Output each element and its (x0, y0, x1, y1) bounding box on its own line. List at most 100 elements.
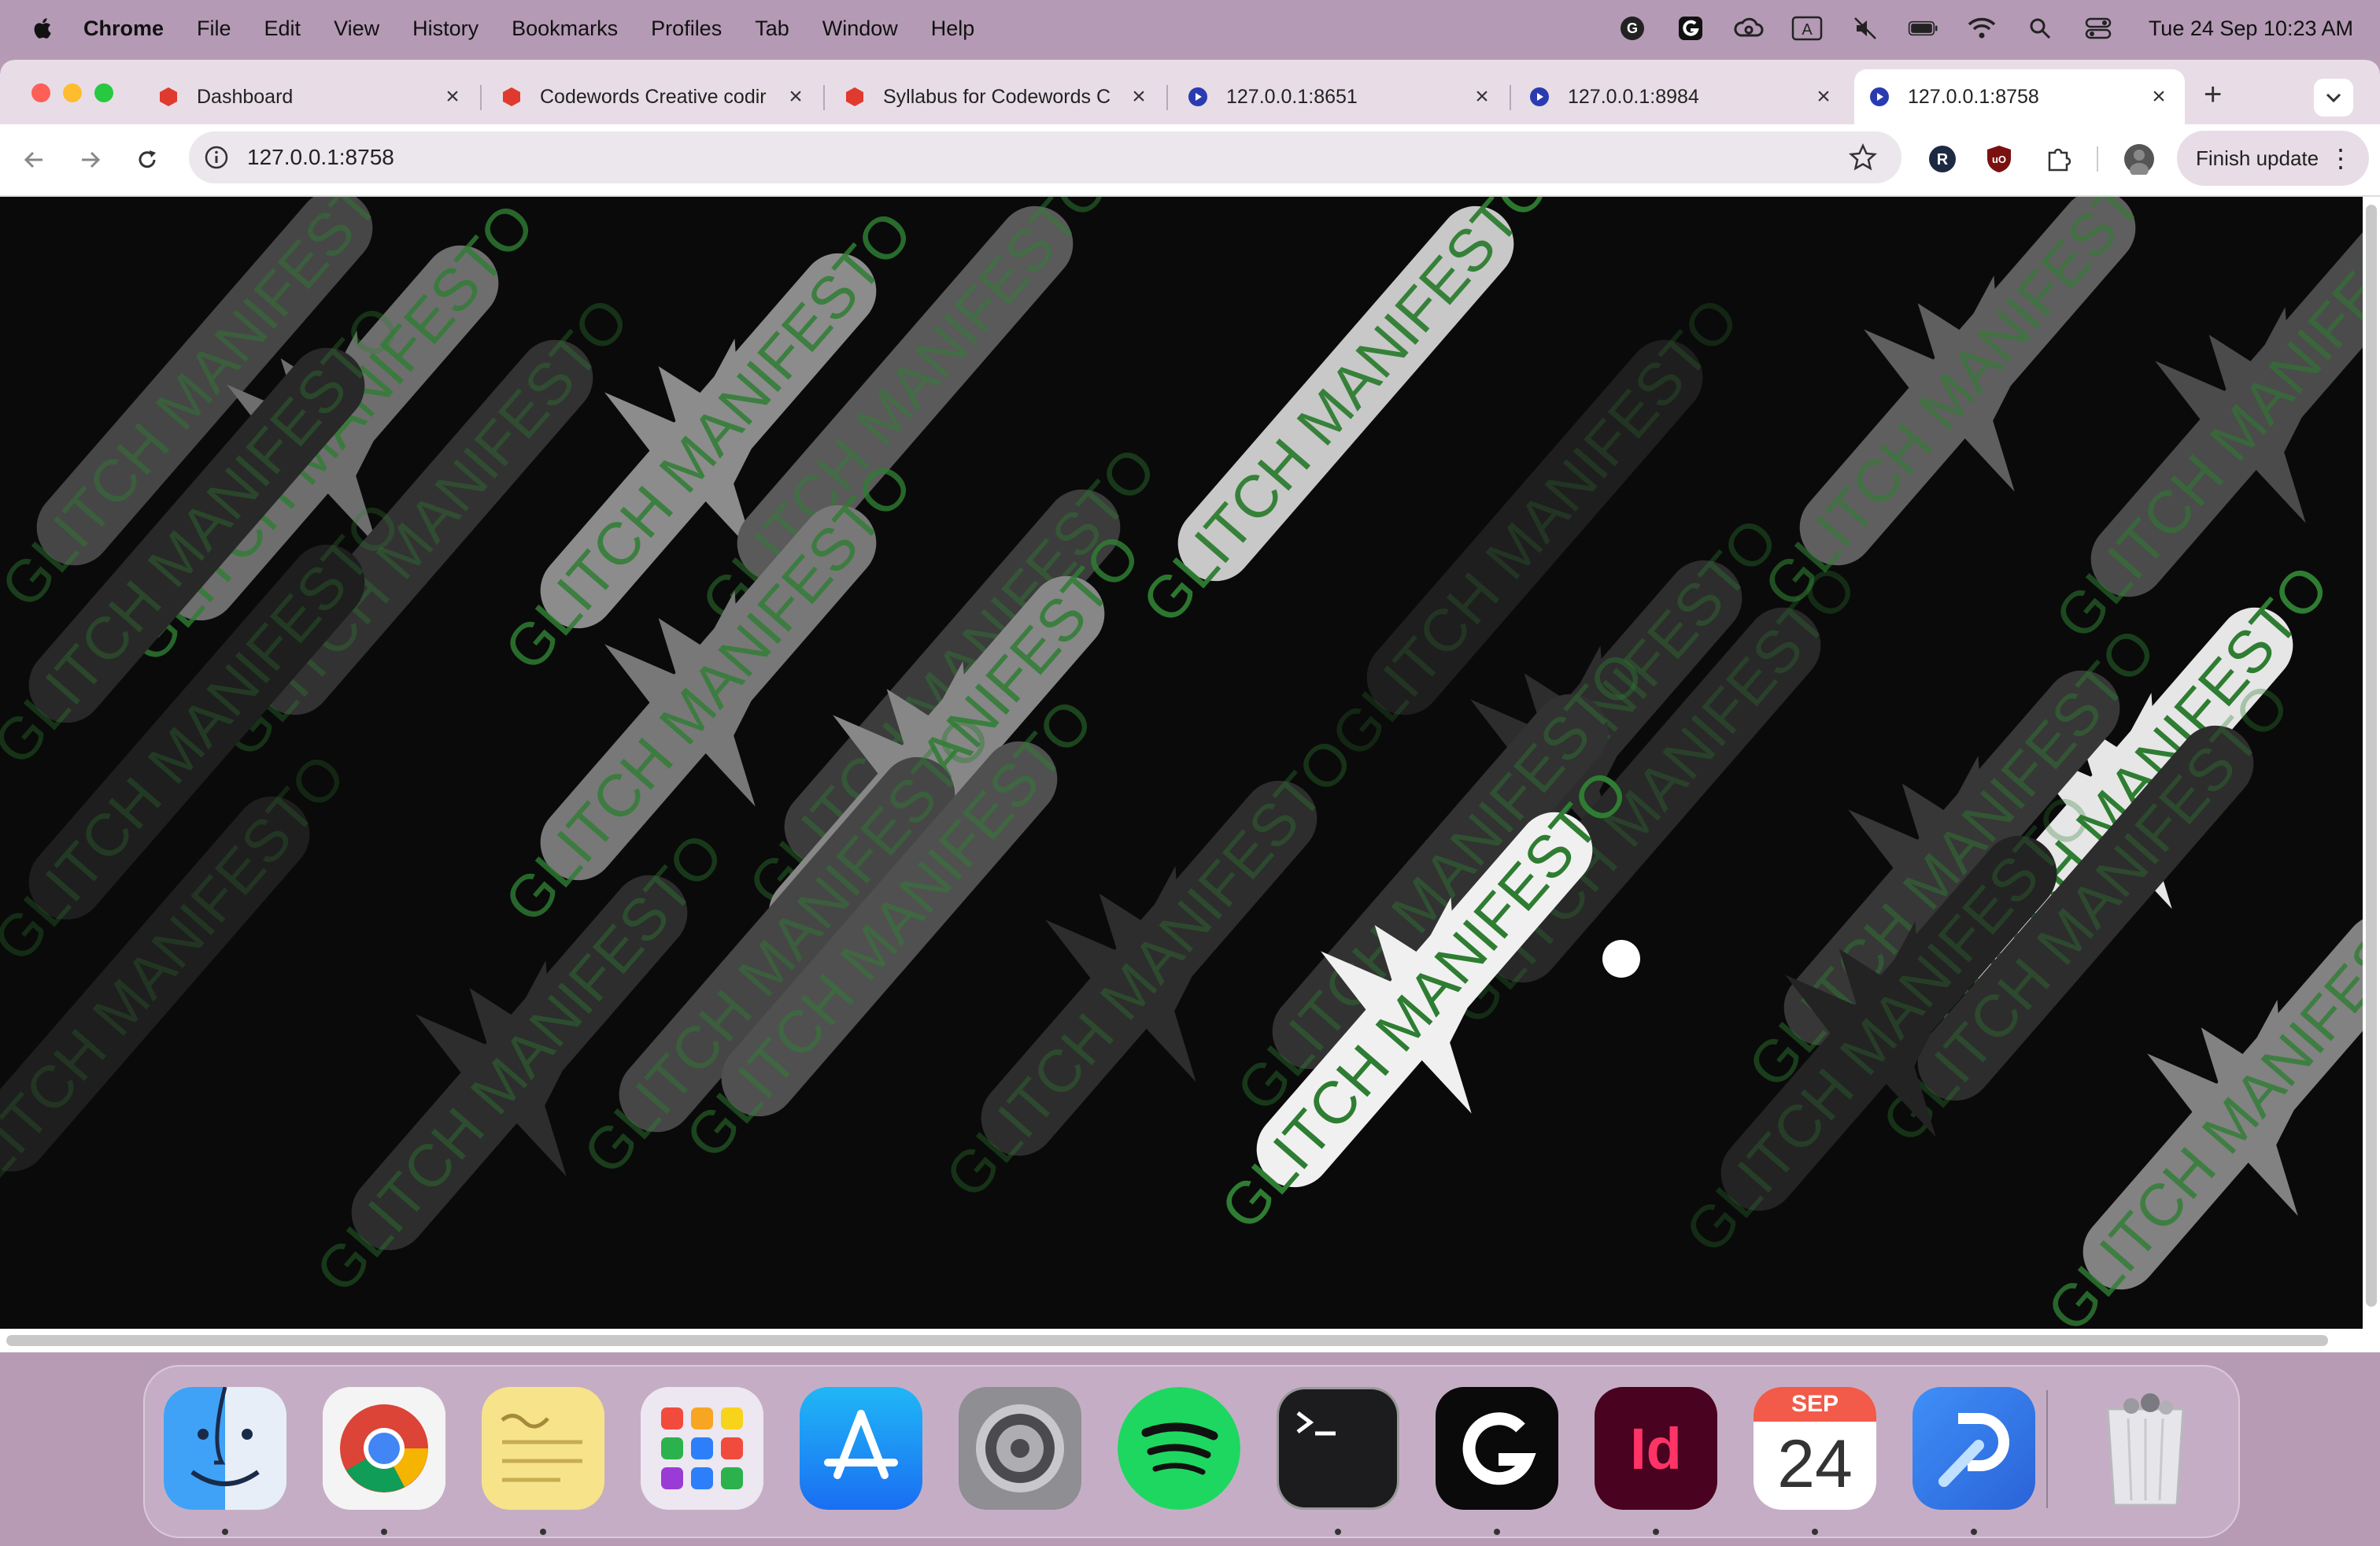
glitch-manifesto-artwork[interactable]: GLITCH MANIFESTOGLITCH MANIFESTOGLITCH M… (0, 197, 2363, 1329)
running-indicator (1653, 1529, 1659, 1535)
dock-spotify-icon[interactable] (1118, 1387, 1240, 1510)
close-tab-icon[interactable]: × (441, 83, 464, 110)
menu-help[interactable]: Help (931, 17, 975, 41)
finish-update-label: Finish update (2196, 146, 2319, 170)
menu-edit[interactable]: Edit (264, 17, 301, 41)
close-window-button[interactable] (31, 83, 50, 102)
dock-indesign-icon[interactable]: Id (1595, 1387, 1717, 1510)
address-bar[interactable]: 127.0.0.1:8758 (189, 131, 1901, 183)
menu-window[interactable]: Window (822, 17, 898, 41)
reload-icon (139, 150, 156, 168)
profile-avatar[interactable] (2122, 142, 2156, 176)
minimize-window-button[interactable] (63, 83, 82, 102)
horizontal-scrollbar-thumb[interactable] (6, 1335, 2328, 1346)
dock-calendar-icon[interactable]: SEP 24 (1754, 1387, 1876, 1510)
white-dot-marker (1602, 940, 1640, 978)
arrow-left-icon (24, 151, 42, 168)
glitch-manifesto-pill: GLITCH MANIFESTO (1208, 758, 1642, 1243)
tab-separator (823, 85, 825, 110)
window-controls (31, 83, 113, 102)
dock-stickies-icon[interactable] (482, 1387, 604, 1510)
menu-tab[interactable]: Tab (755, 17, 789, 41)
tab-title: Dashboard (197, 85, 294, 108)
glitch-manifesto-pill: GLITCH MANIFESTO (1672, 782, 2106, 1267)
tab-syllabus[interactable]: Syllabus for Codewords C × (844, 69, 1151, 124)
close-tab-icon[interactable]: × (784, 83, 808, 110)
svg-text:G: G (1627, 20, 1638, 36)
control-center-icon[interactable] (2082, 14, 2114, 43)
running-indicator (222, 1529, 228, 1535)
dock-finder-icon[interactable] (164, 1387, 286, 1510)
tab-title: 127.0.0.1:8984 (1568, 85, 1699, 108)
close-tab-icon[interactable]: × (1127, 83, 1151, 110)
spotlight-search-icon[interactable] (2024, 14, 2056, 43)
dock-app-store-icon[interactable] (800, 1387, 922, 1510)
dock-terminal-icon[interactable] (1277, 1387, 1399, 1510)
glitch-manifesto-pill: GLITCH MANIFESTO (0, 742, 359, 1227)
menu-clock[interactable]: Tue 24 Sep 10:23 AM (2149, 17, 2353, 41)
tab-dashboard[interactable]: Dashboard × (157, 69, 464, 124)
horizontal-scrollbar[interactable] (0, 1329, 2380, 1352)
ublock-origin-icon[interactable]: uO (1982, 142, 2016, 176)
vertical-scrollbar[interactable] (2363, 197, 2380, 1329)
menu-history[interactable]: History (412, 17, 479, 41)
dock: Id SEP 24 (143, 1365, 2240, 1538)
running-indicator (1971, 1529, 1977, 1535)
menu-view[interactable]: View (334, 17, 379, 41)
forward-button[interactable] (71, 140, 110, 179)
tab-localhost-8758[interactable]: 127.0.0.1:8758 × (1854, 69, 2185, 124)
running-indicator (540, 1529, 546, 1535)
creative-cloud-status-icon[interactable] (1733, 14, 1765, 43)
glitch-manifesto-text: GLITCH MANIFESTO (0, 742, 359, 1227)
apple-logo-icon[interactable] (30, 15, 57, 42)
dock-separator (2046, 1390, 2048, 1508)
bookmark-star-icon[interactable] (1848, 142, 1878, 172)
new-tab-button[interactable]: + (2204, 77, 2222, 113)
input-source-icon[interactable]: A (1791, 14, 1823, 43)
url-text[interactable]: 127.0.0.1:8758 (247, 145, 394, 170)
zoom-window-button[interactable] (94, 83, 113, 102)
tab-search-button[interactable] (2314, 79, 2353, 117)
tab-title: 127.0.0.1:8651 (1226, 85, 1358, 108)
dock-toolbox-icon[interactable] (1913, 1387, 2035, 1510)
browser-toolbar: 127.0.0.1:8758 R uO Finish update ⋮ (0, 124, 2380, 197)
tab-localhost-8651[interactable]: 127.0.0.1:8651 × (1187, 69, 1494, 124)
glitch-manifesto-pill: GLITCH MANIFESTO (1751, 197, 2185, 620)
svg-text:uO: uO (1992, 153, 2006, 165)
extension-r-icon[interactable]: R (1925, 142, 1960, 176)
back-button[interactable] (14, 140, 54, 179)
close-tab-icon[interactable]: × (1470, 83, 1494, 110)
extensions-puzzle-icon[interactable] (2042, 142, 2076, 176)
battery-icon[interactable] (1908, 14, 1939, 43)
menu-bar: Chrome File Edit View History Bookmarks … (0, 0, 2380, 57)
vertical-scrollbar-thumb[interactable] (2366, 205, 2377, 1307)
tab-separator (1166, 85, 1168, 110)
menu-profiles[interactable]: Profiles (651, 17, 722, 41)
p5-canvas[interactable]: GLITCH MANIFESTOGLITCH MANIFESTOGLITCH M… (0, 197, 2363, 1329)
tab-codewords-creative[interactable]: Codewords Creative codir × (501, 69, 808, 124)
grammarly-status-icon[interactable]: G (1617, 14, 1648, 43)
dock-launchpad-icon[interactable] (641, 1387, 763, 1510)
reload-button[interactable] (128, 140, 167, 179)
dock-trash-icon[interactable] (2084, 1387, 2207, 1510)
menu-bookmarks[interactable]: Bookmarks (512, 17, 618, 41)
wifi-icon[interactable] (1966, 14, 1998, 43)
red-hexagon-icon (503, 87, 520, 106)
mute-icon[interactable] (1850, 14, 1881, 43)
close-tab-icon[interactable]: × (2147, 83, 2171, 110)
dock-system-settings-icon[interactable] (959, 1387, 1081, 1510)
ghub-status-icon[interactable] (1675, 14, 1706, 43)
menu-app-name[interactable]: Chrome (83, 17, 164, 41)
tab-localhost-8984[interactable]: 127.0.0.1:8984 × (1528, 69, 1835, 124)
browser-window: Dashboard × Codewords Creative codir × S… (0, 60, 2380, 1352)
dock-chrome-icon[interactable] (323, 1387, 445, 1510)
blue-circle-icon (1188, 87, 1207, 106)
calendar-day: 24 (1777, 1426, 1853, 1502)
menu-file[interactable]: File (197, 17, 231, 41)
svg-text:R: R (1937, 151, 1949, 168)
dock-logitech-ghub-icon[interactable] (1436, 1387, 1558, 1510)
close-tab-icon[interactable]: × (1812, 83, 1835, 110)
finish-update-button[interactable]: Finish update ⋮ (2177, 131, 2369, 186)
more-menu-icon[interactable]: ⋮ (2328, 143, 2353, 173)
site-info-icon[interactable] (203, 144, 230, 171)
